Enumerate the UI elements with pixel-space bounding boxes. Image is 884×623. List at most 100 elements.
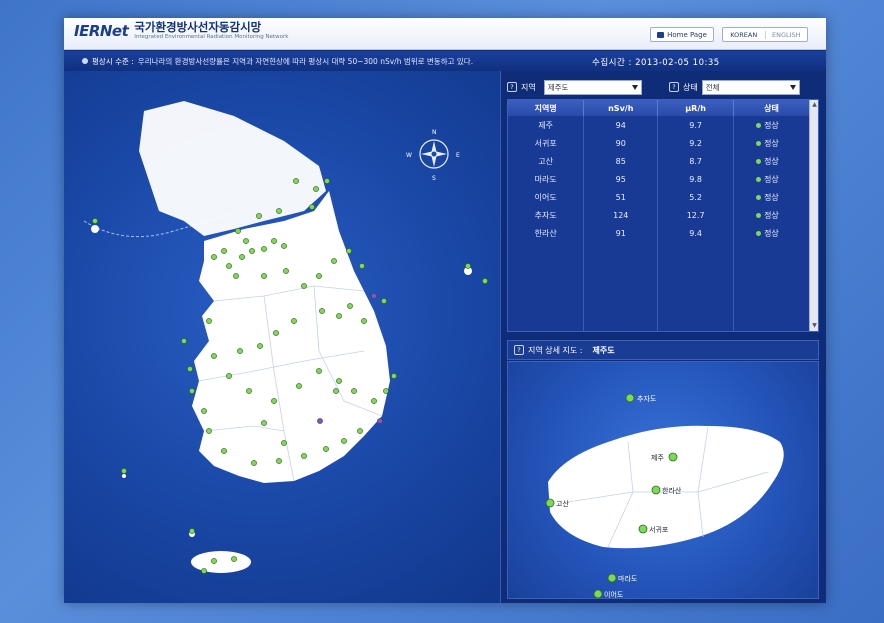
table-row[interactable]: 이어도 51 5.2 정상 [508, 188, 810, 206]
station-marker[interactable] [235, 228, 241, 234]
lang-english-button[interactable]: ENGLISH [764, 30, 808, 39]
station-marker[interactable] [211, 558, 217, 564]
table-row[interactable]: 고산 85 8.7 정상 [508, 152, 810, 170]
station-marker[interactable] [283, 268, 289, 274]
station-marker[interactable] [92, 218, 98, 224]
station-marker[interactable] [211, 254, 217, 260]
station-marker[interactable] [293, 178, 299, 184]
station-chuja[interactable]: 추자도 [625, 393, 657, 403]
station-marker[interactable] [256, 213, 262, 219]
station-marker[interactable] [271, 398, 277, 404]
scroll-up-icon[interactable]: ▲ [811, 101, 818, 109]
station-marker[interactable] [333, 388, 339, 394]
station-marker[interactable] [121, 468, 127, 474]
station-marker[interactable] [221, 448, 227, 454]
table-row[interactable]: 추자도 124 12.7 정상 [508, 206, 810, 224]
station-marker[interactable] [331, 258, 337, 264]
station-marker[interactable] [201, 568, 207, 574]
station-marker[interactable] [226, 263, 232, 269]
col-ur[interactable]: μR/h [657, 100, 735, 116]
scroll-down-icon[interactable]: ▼ [811, 322, 818, 330]
station-marker[interactable] [246, 388, 252, 394]
station-marker[interactable] [221, 248, 227, 254]
table-scrollbar[interactable]: ▲ ▼ [809, 100, 818, 331]
station-marker[interactable] [261, 246, 267, 252]
station-marker[interactable] [231, 556, 237, 562]
jeju-detail-map[interactable]: 추자도 제주 고산 한라산 서귀포 마라도 이어도 [507, 361, 819, 599]
station-marker[interactable] [206, 428, 212, 434]
station-marker[interactable] [371, 293, 377, 299]
station-mara[interactable]: 마라도 [607, 573, 638, 583]
col-nsv[interactable]: nSv/h [583, 100, 659, 116]
table-row[interactable]: 제주 94 9.7 정상 [508, 116, 810, 134]
help-icon[interactable]: ? [669, 82, 679, 92]
station-marker[interactable] [336, 378, 342, 384]
station-marker[interactable] [359, 263, 365, 269]
table-row[interactable]: 마라도 95 9.8 정상 [508, 170, 810, 188]
station-marker[interactable] [226, 373, 232, 379]
station-marker[interactable] [482, 278, 488, 284]
station-marker[interactable] [383, 388, 389, 394]
station-marker[interactable] [281, 243, 287, 249]
station-marker[interactable] [243, 238, 249, 244]
station-marker[interactable] [346, 248, 352, 254]
station-marker[interactable] [316, 273, 322, 279]
station-seogwipo[interactable]: 서귀포 [638, 524, 669, 534]
station-marker[interactable] [181, 338, 187, 344]
station-ieo[interactable]: 이어도 [593, 589, 624, 599]
station-marker[interactable] [291, 318, 297, 324]
help-icon[interactable]: ? [507, 82, 517, 92]
station-gosan[interactable]: 고산 [545, 498, 569, 508]
col-region[interactable]: 지역명 [508, 100, 585, 116]
station-marker[interactable] [357, 428, 363, 434]
station-marker[interactable] [351, 388, 357, 394]
status-select[interactable]: 전체 [701, 79, 800, 95]
station-marker[interactable] [261, 273, 267, 279]
station-marker[interactable] [187, 366, 193, 372]
station-marker[interactable] [361, 318, 367, 324]
station-marker[interactable] [189, 388, 195, 394]
station-halla[interactable]: 한라산 [651, 485, 682, 495]
station-marker[interactable] [341, 438, 347, 444]
station-marker[interactable] [201, 408, 207, 414]
lang-korean-button[interactable]: KOREAN [723, 31, 765, 39]
station-marker[interactable] [249, 248, 255, 254]
region-select[interactable]: 제주도 [543, 79, 642, 95]
station-marker[interactable] [319, 308, 325, 314]
station-marker[interactable] [189, 528, 195, 534]
station-marker[interactable] [271, 238, 277, 244]
station-marker[interactable] [323, 446, 329, 452]
station-marker[interactable] [276, 208, 282, 214]
station-marker[interactable] [381, 298, 387, 304]
station-marker[interactable] [391, 373, 397, 379]
logo[interactable]: IERNet 국가환경방사선자동감시망 Integrated Environme… [74, 21, 288, 40]
help-icon[interactable]: ? [514, 345, 524, 355]
station-marker[interactable] [233, 273, 239, 279]
station-marker[interactable] [276, 458, 282, 464]
station-marker[interactable] [206, 318, 212, 324]
table-row[interactable]: 서귀포 90 9.2 정상 [508, 134, 810, 152]
station-marker[interactable] [347, 303, 353, 309]
station-marker[interactable] [281, 440, 287, 446]
station-marker[interactable] [317, 418, 323, 424]
station-marker[interactable] [309, 204, 315, 210]
station-marker[interactable] [313, 186, 319, 192]
station-marker[interactable] [237, 348, 243, 354]
station-marker[interactable] [371, 398, 377, 404]
station-marker[interactable] [324, 178, 330, 184]
korea-map[interactable]: N S E W [64, 71, 500, 603]
station-marker[interactable] [211, 353, 217, 359]
station-marker[interactable] [465, 263, 471, 269]
station-marker[interactable] [251, 460, 257, 466]
station-marker[interactable] [257, 343, 263, 349]
station-marker[interactable] [239, 254, 245, 260]
home-page-button[interactable]: Home Page [650, 27, 714, 42]
station-marker[interactable] [336, 313, 342, 319]
station-marker[interactable] [273, 330, 279, 336]
col-status[interactable]: 상태 [733, 100, 810, 116]
station-marker[interactable] [316, 368, 322, 374]
station-marker[interactable] [301, 283, 307, 289]
station-marker[interactable] [377, 418, 383, 424]
table-row[interactable]: 한라산 91 9.4 정상 [508, 224, 810, 242]
station-marker[interactable] [296, 383, 302, 389]
